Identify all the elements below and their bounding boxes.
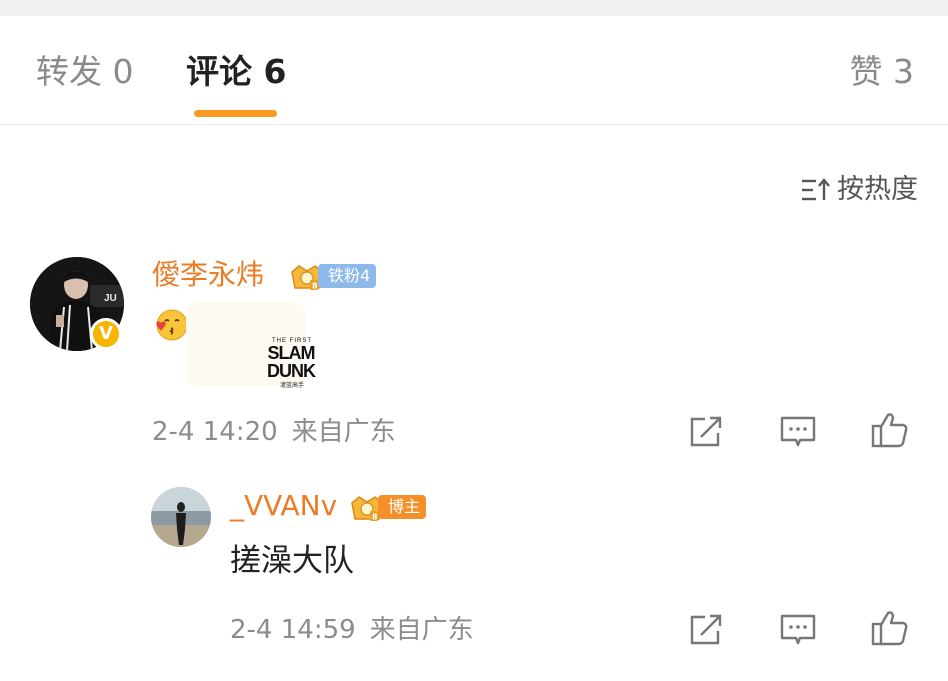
sticker-line2: DUNK [267,361,316,381]
kiss-emoji-icon [156,309,188,341]
reply-reply-button[interactable] [778,610,818,650]
comment-time: 2-4 14:20 [152,417,278,447]
sort-label: 按热度 [837,174,918,205]
share-button[interactable] [686,412,726,452]
reply-like-button[interactable] [870,608,910,648]
reply-text: 搓澡大队 [230,543,354,579]
author-badge-label: 博主 [378,495,427,519]
comment-icon [780,416,816,447]
thumbs-up-icon [871,611,908,646]
reply-share-button[interactable] [686,610,726,650]
reply-meta: 2-4 14:59 来自广东 [230,613,474,647]
fan-badge-label: 铁粉4 [318,264,377,288]
verified-badge-icon: V [90,318,122,350]
comment-username[interactable]: 僾李永炜 [152,257,264,293]
tab-divider [0,124,948,125]
sort-button[interactable]: 按热度 [801,170,918,210]
sticker-line1: SLAM [267,343,316,363]
sort-icon [801,177,831,203]
svg-text:JU: JU [104,293,117,304]
reply-time: 2-4 14:59 [230,615,356,645]
tab-repost[interactable]: 转发 0 [36,52,134,92]
reply-username[interactable]: _VVANv [230,488,337,524]
tab-comment[interactable]: 评论 6 [186,52,286,92]
comment-meta: 2-4 14:20 来自广东 [152,415,396,449]
reply-location: 来自广东 [369,615,474,645]
share-icon [690,614,722,645]
share-icon [690,416,722,447]
author-badge[interactable]: 8 博主 [348,493,427,522]
fan-badge[interactable]: 8 铁粉4 [288,262,377,291]
reply-button[interactable] [778,412,818,452]
top-strip [0,0,948,16]
tab-like[interactable]: 赞 3 [850,52,915,92]
comment-content [152,305,190,343]
sticker-bottom-text: 灌篮高手 [279,383,304,389]
like-button[interactable] [870,410,910,450]
reply-avatar[interactable] [151,487,211,547]
thumbs-up-icon [871,413,908,448]
active-tab-indicator [194,110,277,117]
comment-location: 来自广东 [291,417,396,447]
comment-icon [780,614,816,645]
